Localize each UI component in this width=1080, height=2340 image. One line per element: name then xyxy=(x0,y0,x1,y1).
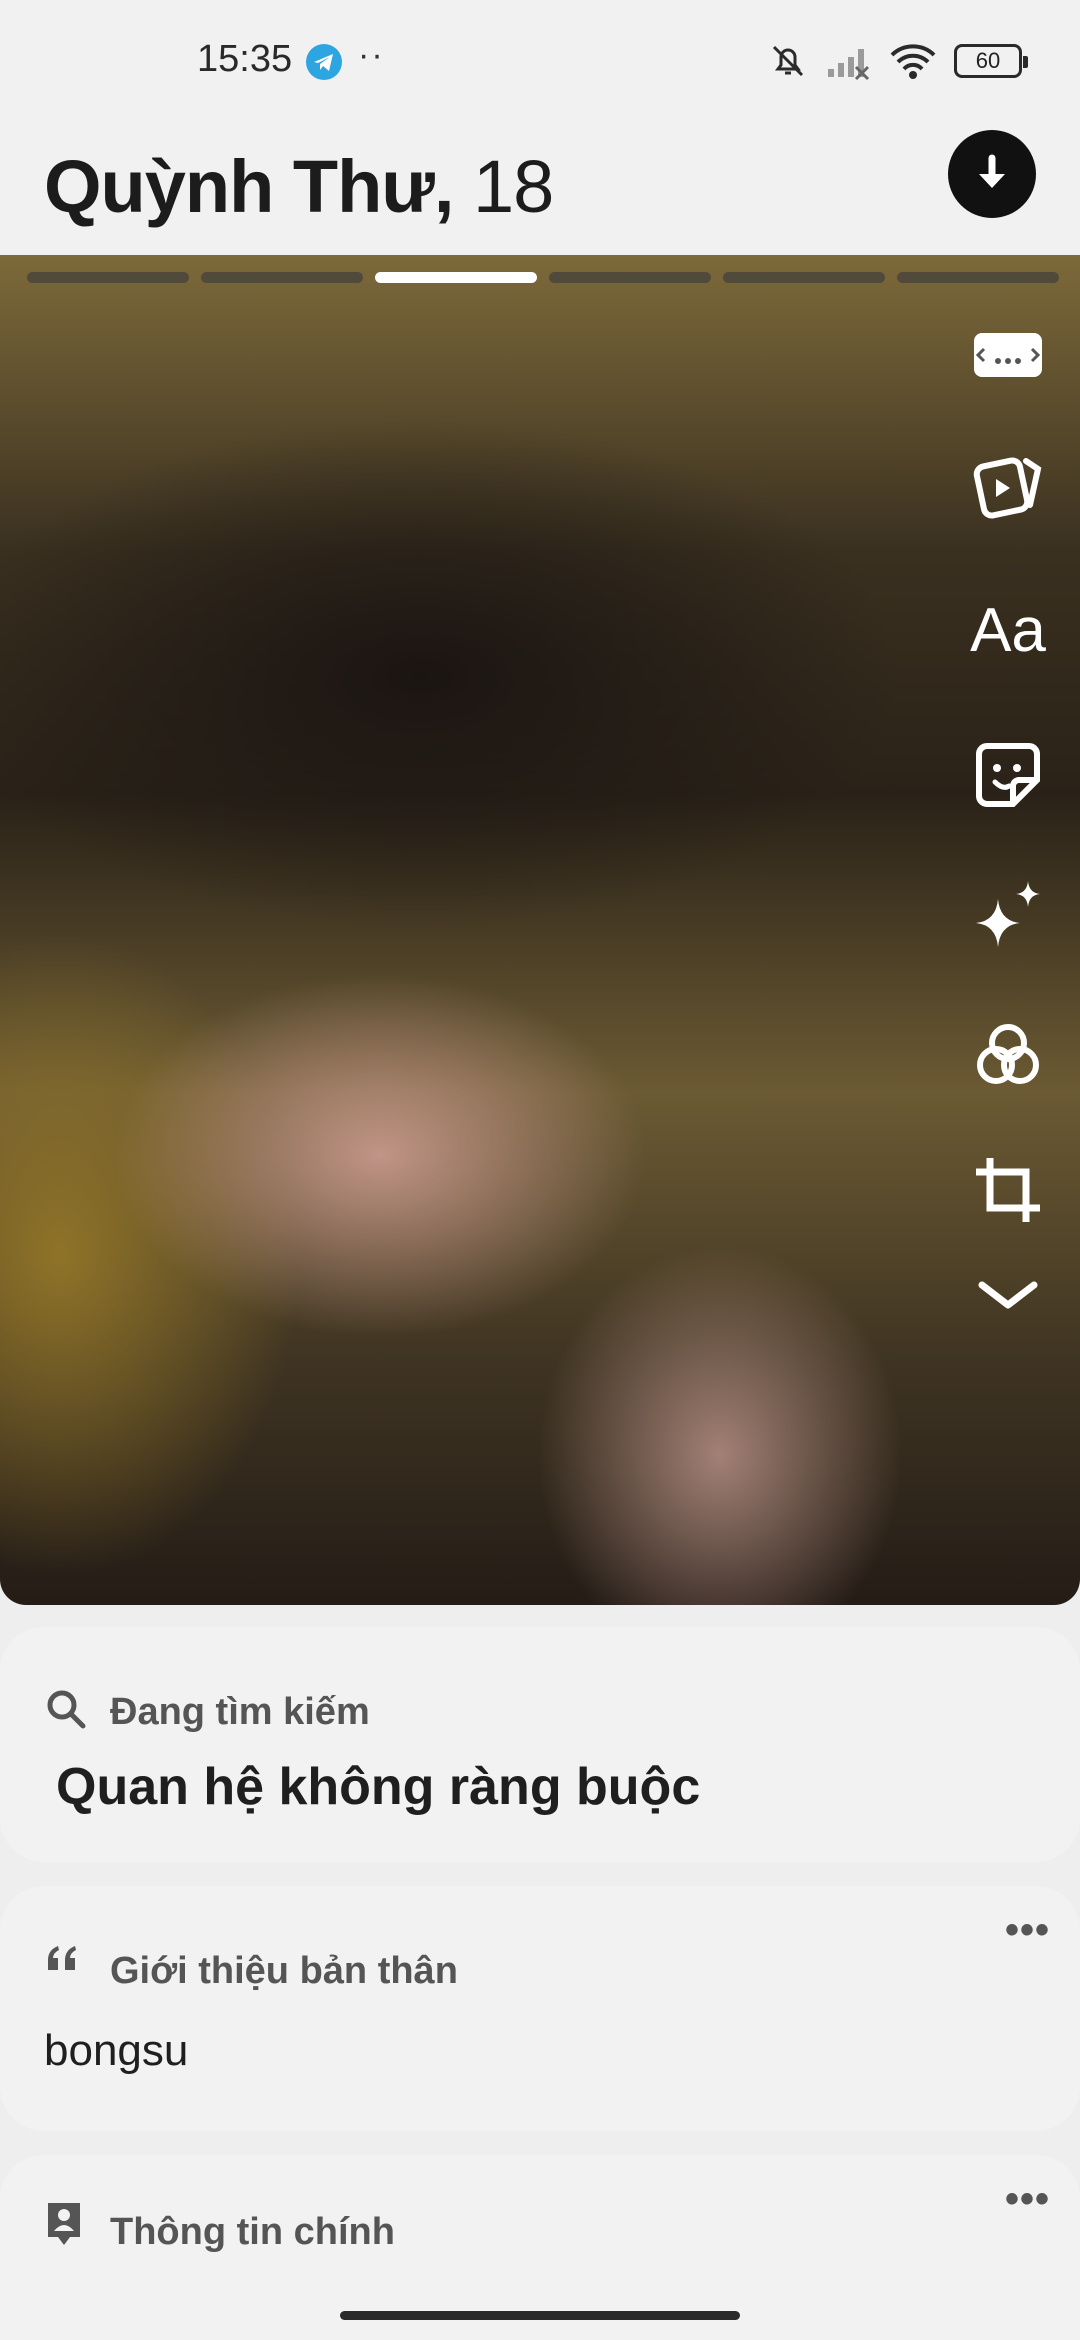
crop-button[interactable] xyxy=(968,1150,1048,1230)
profile-name: Quỳnh Thư, xyxy=(44,145,454,228)
progress-segment xyxy=(201,272,363,283)
signal-icon xyxy=(828,49,870,81)
battery-icon: 60 xyxy=(954,44,1028,78)
filters-button[interactable] xyxy=(968,1015,1048,1095)
progress-segment xyxy=(549,272,711,283)
looking-for-value: Quan hệ không ràng buộc xyxy=(56,1758,701,1816)
bio-card: ••• Giới thiệu bản thân bongsu xyxy=(0,1886,1080,2131)
progress-segment-active xyxy=(375,272,537,283)
reels-icon xyxy=(973,457,1042,519)
sticker-button[interactable] xyxy=(968,735,1048,815)
looking-for-card: Đang tìm kiếm Quan hệ không ràng buộc xyxy=(0,1627,1080,1862)
home-indicator[interactable] xyxy=(340,2311,740,2320)
status-icons: 60 xyxy=(766,36,1028,86)
main-info-more-button[interactable]: ••• xyxy=(1005,2177,1050,2222)
wifi-icon xyxy=(890,44,936,79)
profile-screen: 15:35 ·· 60 Quỳnh Thư, 18 Aa Đang tìm ki… xyxy=(0,0,1080,2340)
photo-progress xyxy=(27,272,1059,283)
profile-title: Quỳnh Thư, 18 xyxy=(44,144,554,229)
telegram-icon xyxy=(306,44,342,80)
profile-header: Quỳnh Thư, 18 xyxy=(0,120,1080,255)
bio-value: bongsu xyxy=(44,2026,189,2075)
profile-card-icon xyxy=(48,2203,80,2245)
quote-icon xyxy=(48,1946,76,1970)
progress-segment xyxy=(897,272,1059,283)
status-bar: 15:35 ·· 60 xyxy=(0,0,1080,120)
expand-tools-button[interactable] xyxy=(968,1255,1048,1335)
profile-photo[interactable]: Aa xyxy=(0,255,1080,1605)
text-icon: Aa xyxy=(970,595,1046,665)
gallery-icon xyxy=(974,333,1042,377)
progress-segment xyxy=(27,272,189,283)
sparkle-icon xyxy=(976,881,1040,947)
main-info-label: Thông tin chính xyxy=(110,2211,395,2253)
gallery-button[interactable] xyxy=(968,315,1048,395)
silent-icon xyxy=(772,45,804,77)
arrow-down-icon xyxy=(979,154,1005,188)
progress-segment xyxy=(723,272,885,283)
reels-button[interactable] xyxy=(968,445,1048,525)
more-notifications-indicator: ·· xyxy=(358,36,385,74)
chevron-down-icon xyxy=(978,1281,1038,1309)
crop-icon xyxy=(976,1158,1040,1222)
profile-age: 18 xyxy=(473,145,554,228)
bio-more-button[interactable]: ••• xyxy=(1005,1908,1050,1953)
download-button[interactable] xyxy=(948,130,1036,218)
text-button[interactable]: Aa xyxy=(968,590,1048,670)
looking-for-label: Đang tìm kiếm xyxy=(110,1691,370,1733)
sticker-icon xyxy=(976,743,1040,807)
clock: 15:35 xyxy=(197,38,293,80)
effects-button[interactable] xyxy=(968,875,1048,955)
filters-icon xyxy=(977,1024,1039,1084)
search-icon xyxy=(47,1690,86,1729)
bio-label: Giới thiệu bản thân xyxy=(110,1950,458,1992)
